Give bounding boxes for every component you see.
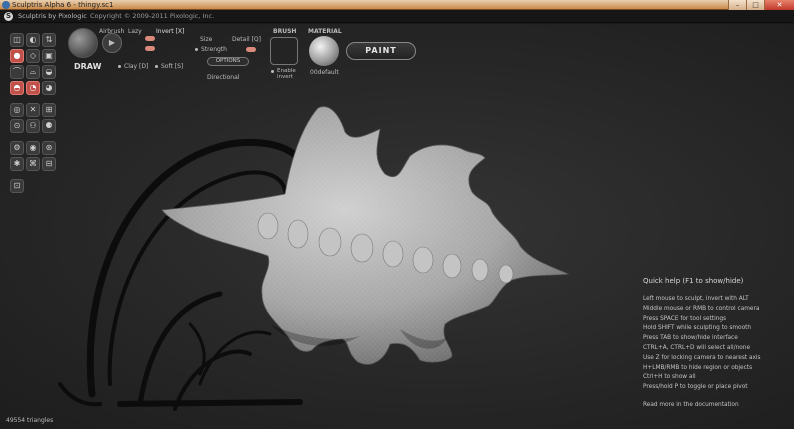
tool-row: ● ◇ ▣ bbox=[10, 49, 60, 63]
brush-section-title: BRUSH bbox=[273, 28, 297, 35]
minimize-button[interactable]: – bbox=[728, 0, 746, 10]
quick-help-line: Press SPACE for tool settings bbox=[643, 315, 727, 322]
material-name: 00default bbox=[310, 69, 339, 76]
copyright-label: Copyright © 2009-2011 Pixologic, Inc. bbox=[90, 12, 215, 20]
playback-button[interactable]: ▶ bbox=[102, 33, 122, 53]
tool-rotate-icon[interactable]: ◐ bbox=[26, 33, 40, 47]
triangle-count: 49554 triangles bbox=[6, 417, 54, 424]
tool-row: ◎ ✕ ⊞ bbox=[10, 103, 60, 117]
close-button[interactable]: ✕ bbox=[764, 0, 794, 10]
strength-dot-icon bbox=[195, 48, 198, 51]
quick-help-line: Left mouse to sculpt, invert with ALT bbox=[643, 296, 749, 302]
strength-slider[interactable] bbox=[145, 46, 155, 51]
sculptris-logo-icon: S bbox=[4, 12, 13, 21]
app-header: S Sculptris by Pixologic Copyright © 200… bbox=[0, 10, 794, 23]
tool-sphere-icon[interactable]: ◉ bbox=[26, 141, 40, 155]
window-controls: – □ ✕ bbox=[728, 0, 794, 10]
soft-toggle[interactable]: Soft [S] bbox=[161, 63, 183, 70]
tool-symmetry-icon[interactable]: ◫ bbox=[10, 33, 24, 47]
airbrush-toggle[interactable]: Airbrush bbox=[99, 28, 124, 35]
tool-draw-icon[interactable]: ● bbox=[10, 49, 24, 63]
tool-mask-icon[interactable]: ◎ bbox=[10, 103, 24, 117]
brush-preview-icon[interactable] bbox=[68, 28, 98, 58]
tool-scene-icon[interactable]: ⊙ bbox=[10, 119, 24, 133]
tool-smooth-icon[interactable]: ◒ bbox=[42, 65, 56, 79]
tool-row: ⌒ ⌓ ◒ bbox=[10, 65, 60, 79]
tool-row: ⊙ ⚇ ⚈ bbox=[10, 119, 60, 133]
tool-palette: ◫ ◐ ⇅ ● ◇ ▣ ⌒ ⌓ ◒ ◓ ◔ ◕ ◎ ✕ ⊞ ⊙ ⚇ ⚈ ⚙ ◉ ⊛ ✱ ⌘ ⊟ ⊡ bbox=[10, 33, 60, 195]
tool-row: ◓ ◔ ◕ bbox=[10, 81, 60, 95]
tool-flatten-icon[interactable]: ▣ bbox=[42, 49, 56, 63]
material-section-title: MATERIAL bbox=[308, 28, 342, 35]
size-slider[interactable] bbox=[145, 36, 155, 41]
tool-row: ✱ ⌘ ⊟ bbox=[10, 157, 60, 171]
quick-help-line: Press/hold P to toggle or place pivot bbox=[643, 384, 748, 391]
tool-pinch-icon[interactable]: ⌓ bbox=[26, 65, 40, 79]
tool-grab-icon[interactable]: ◓ bbox=[10, 81, 24, 95]
tool-panel-icon[interactable]: ⊟ bbox=[42, 157, 56, 171]
directional-toggle[interactable]: Directional bbox=[207, 74, 239, 81]
quick-help-line: Ctrl+H to show all bbox=[643, 374, 696, 381]
tool-link-icon[interactable]: ⌘ bbox=[26, 157, 40, 171]
clay-dot-icon bbox=[118, 65, 121, 68]
tool-light-icon[interactable]: ⚈ bbox=[42, 119, 56, 133]
detail-slider[interactable] bbox=[246, 47, 256, 52]
tool-scale-icon[interactable]: ◔ bbox=[26, 81, 40, 95]
strength-label: Strength bbox=[201, 46, 227, 53]
quick-help-line: Hold SHIFT while sculpting to smooth bbox=[643, 325, 752, 332]
quick-help-line: CTRL+A, CTRL+D will select all/none bbox=[643, 344, 751, 351]
tool-flip-icon[interactable]: ⇅ bbox=[42, 33, 56, 47]
size-label: Size bbox=[200, 36, 213, 43]
quick-help-line: H+LMB/RMB to hide region or objects bbox=[643, 364, 753, 371]
soft-dot-icon bbox=[155, 65, 158, 68]
quick-help-title: Quick help (F1 to show/hide) bbox=[643, 277, 744, 285]
tool-row: ⊡ bbox=[10, 179, 60, 193]
options-button[interactable]: OPTIONS bbox=[207, 57, 249, 66]
quick-help-line: Press TAB to show/hide interface bbox=[643, 335, 738, 342]
tool-image-icon[interactable]: ⊡ bbox=[10, 179, 24, 193]
tool-reduce-icon[interactable]: ◕ bbox=[42, 81, 56, 95]
window-title: Sculptris Alpha 6 - thingy.sc1 bbox=[12, 1, 114, 9]
invert-toggle[interactable]: Invert [X] bbox=[156, 28, 184, 35]
maximize-button[interactable]: □ bbox=[746, 0, 764, 10]
paint-button[interactable]: PAINT bbox=[346, 42, 416, 60]
tool-crease-icon[interactable]: ◇ bbox=[26, 49, 40, 63]
tool-grid-icon[interactable]: ⊞ bbox=[42, 103, 56, 117]
quick-help-panel: Quick help (F1 to show/hide) Left mouse … bbox=[643, 277, 791, 408]
window-titlebar: Sculptris Alpha 6 - thingy.sc1 – □ ✕ bbox=[0, 0, 794, 10]
tool-target-icon[interactable]: ⊛ bbox=[42, 141, 56, 155]
quick-help-list: Left mouse to sculpt, invert with ALT Mid… bbox=[643, 295, 791, 393]
enable-invert-dot-icon bbox=[271, 70, 274, 73]
quick-help-line: Middle mouse or RMB to control camera bbox=[643, 305, 760, 312]
tool-camera-icon[interactable]: ⚇ bbox=[26, 119, 40, 133]
tool-inflate-icon[interactable]: ⌒ bbox=[10, 65, 24, 79]
tool-settings-icon[interactable]: ⚙ bbox=[10, 141, 24, 155]
tool-row: ◫ ◐ ⇅ bbox=[10, 33, 60, 47]
enable-invert-toggle[interactable]: Enable invert bbox=[277, 68, 296, 80]
brand-label: Sculptris by Pixologic bbox=[18, 12, 87, 20]
tool-star-icon[interactable]: ✱ bbox=[10, 157, 24, 171]
lazy-toggle[interactable]: Lazy bbox=[128, 28, 142, 35]
brush-mode-label: DRAW bbox=[74, 62, 102, 71]
quick-help-line: Use Z for locking camera to nearest axis bbox=[643, 354, 761, 361]
brush-texture-slot[interactable] bbox=[270, 37, 298, 65]
detail-label: Detail [Q] bbox=[232, 36, 261, 43]
app-icon bbox=[2, 1, 10, 9]
tool-wire-icon[interactable]: ✕ bbox=[26, 103, 40, 117]
clay-toggle[interactable]: Clay [D] bbox=[124, 63, 148, 70]
material-preview-icon[interactable] bbox=[309, 36, 339, 66]
tool-row: ⚙ ◉ ⊛ bbox=[10, 141, 60, 155]
documentation-link[interactable]: Read more in the documentation bbox=[643, 402, 791, 408]
